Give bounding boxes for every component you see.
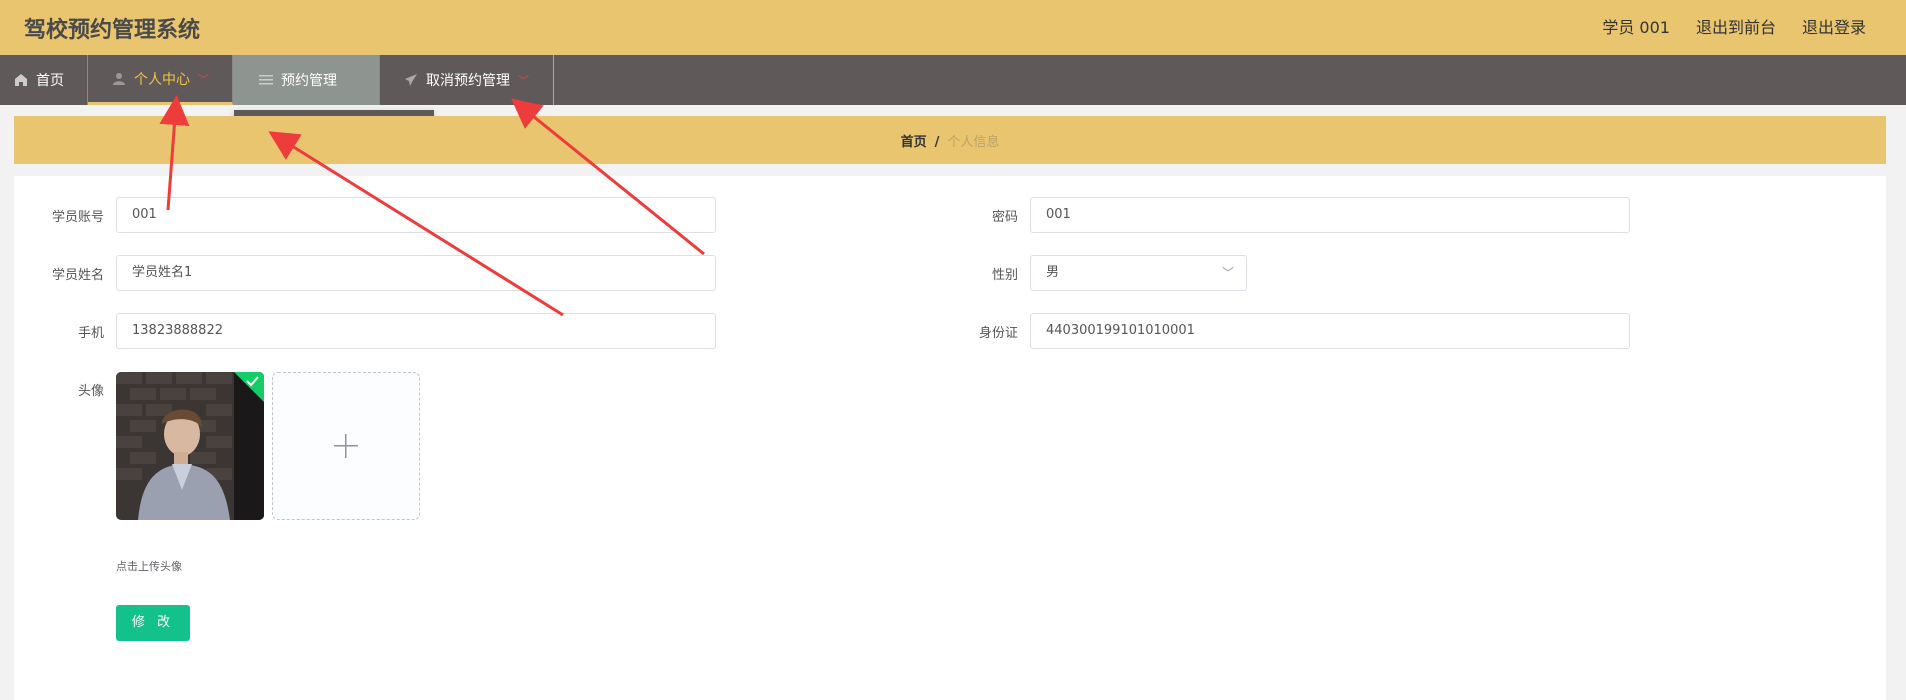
breadcrumb: 首页 / 个人信息 [14, 131, 1886, 150]
phone-input[interactable]: 13823888822 [116, 313, 716, 349]
account-label: 学员账号 [51, 210, 104, 225]
idcard-input[interactable]: 440300199101010001 [1030, 313, 1630, 349]
chevron-down-icon: ﹀ [518, 74, 529, 87]
home-icon [15, 74, 27, 86]
phone-label: 手机 [77, 326, 104, 341]
gender-label: 性别 [991, 268, 1018, 283]
back-to-front-link[interactable]: 退出到前台 [1696, 14, 1776, 38]
list-icon [259, 75, 273, 85]
nav-booking-label: 预约管理 [281, 73, 337, 89]
avatar-upload-box[interactable] [272, 372, 420, 520]
breadcrumb-bar: 首页 / 个人信息 [14, 116, 1886, 164]
nav-home[interactable]: 首页 [0, 55, 88, 105]
nav-cancel-booking[interactable]: 取消预约管理 ﹀ [380, 55, 554, 105]
nav-booking-management[interactable]: 预约管理 [233, 55, 380, 105]
plus-icon [334, 434, 358, 458]
gender-value: 男 [1046, 265, 1060, 280]
header-actions: 学员 001 退出到前台 退出登录 [1602, 14, 1866, 38]
chevron-down-icon: ﹀ [198, 72, 209, 86]
gender-select[interactable]: 男 ﹀ [1030, 255, 1247, 291]
password-input[interactable]: 001 [1030, 197, 1630, 233]
name-label: 学员姓名 [51, 268, 104, 283]
nav-home-label: 首页 [36, 73, 64, 89]
avatar-label: 头像 [77, 384, 104, 399]
paper-plane-icon [405, 74, 417, 86]
user-icon [113, 72, 125, 85]
breadcrumb-home[interactable]: 首页 [901, 135, 927, 150]
nav-personal-label: 个人中心 [134, 71, 190, 88]
account-input[interactable]: 001 [116, 197, 716, 233]
upload-tip: 点击上传头像 [116, 560, 182, 573]
password-label: 密码 [991, 210, 1018, 225]
idcard-label: 身份证 [978, 326, 1018, 341]
chevron-down-icon: ﹀ [1221, 266, 1234, 280]
breadcrumb-current: 个人信息 [947, 135, 1000, 150]
nav-personal-center[interactable]: 个人中心 ﹀ [88, 55, 233, 105]
name-input[interactable]: 学员姓名1 [116, 255, 716, 291]
logout-link[interactable]: 退出登录 [1802, 14, 1866, 38]
top-header: 驾校预约管理系统 学员 001 退出到前台 退出登录 [0, 0, 1906, 55]
nav-cancel-label: 取消预约管理 [426, 73, 510, 89]
current-user-label: 学员 001 [1602, 18, 1670, 37]
avatar-image[interactable] [116, 372, 264, 520]
app-title: 驾校预约管理系统 [24, 18, 201, 43]
breadcrumb-separator: / [934, 135, 940, 150]
main-nav: 首页 个人中心 ﹀ 预约管理 取消预约管理 ﹀ [0, 55, 1906, 105]
submit-button[interactable]: 修 改 [116, 605, 190, 641]
